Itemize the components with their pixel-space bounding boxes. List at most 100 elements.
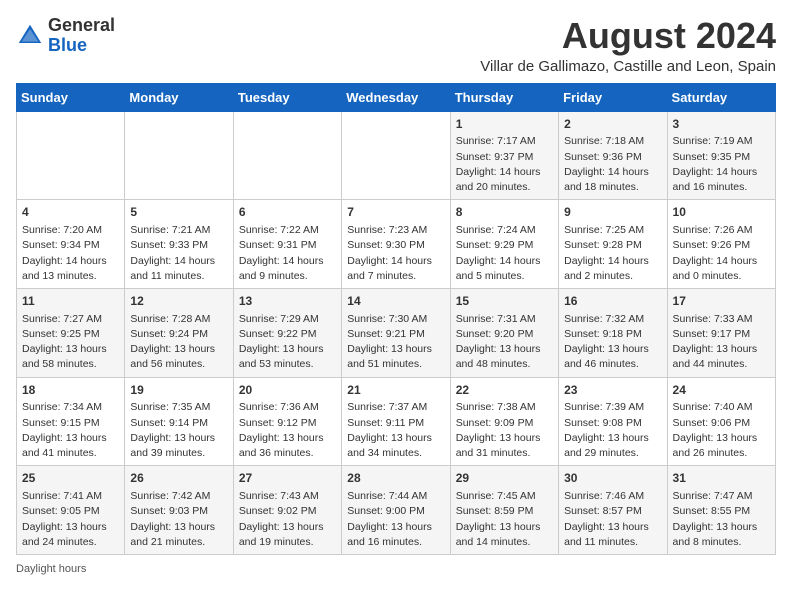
day-info: Sunrise: 7:32 AM Sunset: 9:18 PM Dayligh… xyxy=(564,312,661,373)
day-info: Sunrise: 7:46 AM Sunset: 8:57 PM Dayligh… xyxy=(564,489,661,550)
day-number: 4 xyxy=(22,204,119,221)
calendar-cell: 18Sunrise: 7:34 AM Sunset: 9:15 PM Dayli… xyxy=(17,377,125,466)
day-info: Sunrise: 7:23 AM Sunset: 9:30 PM Dayligh… xyxy=(347,223,444,284)
day-number: 14 xyxy=(347,293,444,310)
logo-text: General Blue xyxy=(48,16,115,56)
calendar-cell: 14 Sunrise: 7:30 AM Sunset: 9:21 PM Dayli… xyxy=(342,288,450,377)
day-info: Sunrise: 7:35 AM Sunset: 9:14 PM Dayligh… xyxy=(130,400,227,461)
calendar-cell: 23Sunrise: 7:39 AM Sunset: 9:08 PM Dayli… xyxy=(559,377,667,466)
day-info: Sunrise: 7:18 AM Sunset: 9:36 PM Dayligh… xyxy=(564,134,661,195)
calendar-cell: 6 Sunrise: 7:22 AM Sunset: 9:31 PM Daylig… xyxy=(233,200,341,289)
day-info: Sunrise: 7:26 AM Sunset: 9:26 PM Dayligh… xyxy=(673,223,770,284)
day-info: Sunrise: 7:24 AM Sunset: 9:29 PM Dayligh… xyxy=(456,223,553,284)
day-number: 27 xyxy=(239,470,336,487)
calendar-cell: 8 Sunrise: 7:24 AM Sunset: 9:29 PM Daylig… xyxy=(450,200,558,289)
day-number: 16 xyxy=(564,293,661,310)
day-number: 15 xyxy=(456,293,553,310)
day-info: Sunrise: 7:40 AM Sunset: 9:06 PM Dayligh… xyxy=(673,400,770,461)
header: General Blue August 2024 Villar de Galli… xyxy=(16,16,776,75)
calendar-cell: 24Sunrise: 7:40 AM Sunset: 9:06 PM Dayli… xyxy=(667,377,775,466)
calendar-cell: 21Sunrise: 7:37 AM Sunset: 9:11 PM Dayli… xyxy=(342,377,450,466)
calendar-header-monday: Monday xyxy=(125,83,233,111)
title-block: August 2024 Villar de Gallimazo, Castill… xyxy=(480,16,776,75)
day-info: Sunrise: 7:43 AM Sunset: 9:02 PM Dayligh… xyxy=(239,489,336,550)
calendar-week-2: 4 Sunrise: 7:20 AM Sunset: 9:34 PM Daylig… xyxy=(17,200,776,289)
day-info: Sunrise: 7:19 AM Sunset: 9:35 PM Dayligh… xyxy=(673,134,770,195)
calendar-cell: 2Sunrise: 7:18 AM Sunset: 9:36 PM Daylig… xyxy=(559,111,667,200)
day-info: Sunrise: 7:27 AM Sunset: 9:25 PM Dayligh… xyxy=(22,312,119,373)
day-number: 7 xyxy=(347,204,444,221)
day-number: 13 xyxy=(239,293,336,310)
day-info: Sunrise: 7:25 AM Sunset: 9:28 PM Dayligh… xyxy=(564,223,661,284)
day-number: 11 xyxy=(22,293,119,310)
calendar-cell: 15 Sunrise: 7:31 AM Sunset: 9:20 PM Dayli… xyxy=(450,288,558,377)
day-info: Sunrise: 7:37 AM Sunset: 9:11 PM Dayligh… xyxy=(347,400,444,461)
day-info: Sunrise: 7:42 AM Sunset: 9:03 PM Dayligh… xyxy=(130,489,227,550)
calendar-cell: 25Sunrise: 7:41 AM Sunset: 9:05 PM Dayli… xyxy=(17,466,125,555)
calendar-header-friday: Friday xyxy=(559,83,667,111)
calendar-header-tuesday: Tuesday xyxy=(233,83,341,111)
calendar-header-thursday: Thursday xyxy=(450,83,558,111)
calendar-cell: 31Sunrise: 7:47 AM Sunset: 8:55 PM Dayli… xyxy=(667,466,775,555)
calendar-cell: 30 Sunrise: 7:46 AM Sunset: 8:57 PM Dayli… xyxy=(559,466,667,555)
calendar-week-4: 18Sunrise: 7:34 AM Sunset: 9:15 PM Dayli… xyxy=(17,377,776,466)
calendar-cell: 17 Sunrise: 7:33 AM Sunset: 9:17 PM Dayli… xyxy=(667,288,775,377)
day-number: 6 xyxy=(239,204,336,221)
day-number: 5 xyxy=(130,204,227,221)
day-number: 2 xyxy=(564,116,661,133)
day-info: Sunrise: 7:17 AM Sunset: 9:37 PM Dayligh… xyxy=(456,134,553,195)
calendar-cell: 11 Sunrise: 7:27 AM Sunset: 9:25 PM Dayli… xyxy=(17,288,125,377)
day-number: 29 xyxy=(456,470,553,487)
day-number: 24 xyxy=(673,382,770,399)
calendar-cell: 26 Sunrise: 7:42 AM Sunset: 9:03 PM Dayli… xyxy=(125,466,233,555)
day-info: Sunrise: 7:38 AM Sunset: 9:09 PM Dayligh… xyxy=(456,400,553,461)
day-info: Sunrise: 7:31 AM Sunset: 9:20 PM Dayligh… xyxy=(456,312,553,373)
daylight-label: Daylight hours xyxy=(16,563,86,575)
calendar-cell: 3Sunrise: 7:19 AM Sunset: 9:35 PM Daylig… xyxy=(667,111,775,200)
calendar-header-row: SundayMondayTuesdayWednesdayThursdayFrid… xyxy=(17,83,776,111)
calendar-cell: 27 Sunrise: 7:43 AM Sunset: 9:02 PM Dayli… xyxy=(233,466,341,555)
calendar-header-wednesday: Wednesday xyxy=(342,83,450,111)
calendar-cell: 20Sunrise: 7:36 AM Sunset: 9:12 PM Dayli… xyxy=(233,377,341,466)
day-number: 23 xyxy=(564,382,661,399)
day-info: Sunrise: 7:28 AM Sunset: 9:24 PM Dayligh… xyxy=(130,312,227,373)
calendar-cell: 13 Sunrise: 7:29 AM Sunset: 9:22 PM Dayli… xyxy=(233,288,341,377)
day-number: 12 xyxy=(130,293,227,310)
day-number: 30 xyxy=(564,470,661,487)
calendar-cell: 12 Sunrise: 7:28 AM Sunset: 9:24 PM Dayli… xyxy=(125,288,233,377)
day-info: Sunrise: 7:33 AM Sunset: 9:17 PM Dayligh… xyxy=(673,312,770,373)
calendar-cell xyxy=(17,111,125,200)
day-info: Sunrise: 7:20 AM Sunset: 9:34 PM Dayligh… xyxy=(22,223,119,284)
day-number: 31 xyxy=(673,470,770,487)
day-info: Sunrise: 7:36 AM Sunset: 9:12 PM Dayligh… xyxy=(239,400,336,461)
day-number: 17 xyxy=(673,293,770,310)
day-info: Sunrise: 7:45 AM Sunset: 8:59 PM Dayligh… xyxy=(456,489,553,550)
logo-blue: Blue xyxy=(48,35,87,55)
day-number: 18 xyxy=(22,382,119,399)
calendar-cell: 5Sunrise: 7:21 AM Sunset: 9:33 PM Daylig… xyxy=(125,200,233,289)
day-number: 1 xyxy=(456,116,553,133)
logo: General Blue xyxy=(16,16,115,56)
day-number: 25 xyxy=(22,470,119,487)
day-number: 8 xyxy=(456,204,553,221)
day-number: 9 xyxy=(564,204,661,221)
calendar-week-5: 25Sunrise: 7:41 AM Sunset: 9:05 PM Dayli… xyxy=(17,466,776,555)
day-info: Sunrise: 7:30 AM Sunset: 9:21 PM Dayligh… xyxy=(347,312,444,373)
day-number: 26 xyxy=(130,470,227,487)
calendar-table: SundayMondayTuesdayWednesdayThursdayFrid… xyxy=(16,83,776,555)
calendar-header-sunday: Sunday xyxy=(17,83,125,111)
general-blue-logo-icon xyxy=(16,22,44,50)
calendar-cell: 19Sunrise: 7:35 AM Sunset: 9:14 PM Dayli… xyxy=(125,377,233,466)
calendar-week-3: 11 Sunrise: 7:27 AM Sunset: 9:25 PM Dayli… xyxy=(17,288,776,377)
day-info: Sunrise: 7:22 AM Sunset: 9:31 PM Dayligh… xyxy=(239,223,336,284)
calendar-cell: 7 Sunrise: 7:23 AM Sunset: 9:30 PM Daylig… xyxy=(342,200,450,289)
month-year-title: August 2024 xyxy=(480,16,776,56)
day-number: 28 xyxy=(347,470,444,487)
day-info: Sunrise: 7:34 AM Sunset: 9:15 PM Dayligh… xyxy=(22,400,119,461)
location-subtitle: Villar de Gallimazo, Castille and Leon, … xyxy=(480,58,776,75)
calendar-cell: 16 Sunrise: 7:32 AM Sunset: 9:18 PM Dayli… xyxy=(559,288,667,377)
logo-general: General xyxy=(48,15,115,35)
day-info: Sunrise: 7:44 AM Sunset: 9:00 PM Dayligh… xyxy=(347,489,444,550)
calendar-cell: 1Sunrise: 7:17 AM Sunset: 9:37 PM Daylig… xyxy=(450,111,558,200)
day-info: Sunrise: 7:29 AM Sunset: 9:22 PM Dayligh… xyxy=(239,312,336,373)
